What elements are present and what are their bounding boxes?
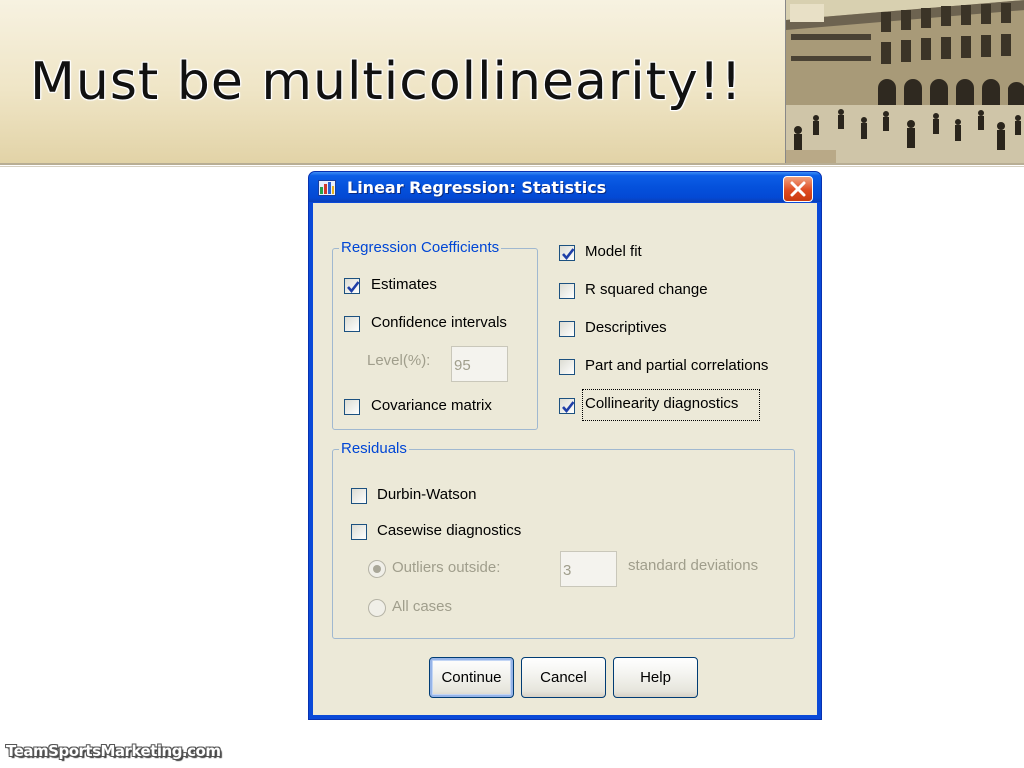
covariance-matrix-checkbox[interactable]	[344, 399, 360, 415]
model-fit-label: Model fit	[585, 243, 642, 260]
check-icon	[562, 401, 575, 414]
collinearity-diagnostics-checkbox[interactable]	[559, 398, 575, 414]
estimates-label: Estimates	[371, 276, 437, 293]
dialog-title: Linear Regression: Statistics	[347, 178, 607, 197]
building-photo	[785, 0, 1024, 163]
check-icon	[562, 248, 575, 261]
continue-button[interactable]: Continue	[429, 657, 514, 698]
part-partial-correlations-label: Part and partial correlations	[585, 357, 769, 374]
close-icon	[790, 181, 806, 197]
confidence-intervals-checkbox[interactable]	[344, 316, 360, 332]
standard-deviations-label: standard deviations	[628, 557, 759, 574]
level-percent-input[interactable]: 95	[451, 346, 508, 382]
durbin-watson-checkbox[interactable]	[351, 488, 367, 504]
regression-coefficients-legend: Regression Coefficients	[339, 239, 502, 256]
part-partial-correlations-checkbox[interactable]	[559, 359, 575, 375]
r-squared-change-checkbox[interactable]	[559, 283, 575, 299]
cancel-button[interactable]: Cancel	[521, 657, 606, 698]
collinearity-diagnostics-label: Collinearity diagnostics	[585, 395, 739, 412]
help-button[interactable]: Help	[613, 657, 698, 698]
dialog-titlebar[interactable]: Linear Regression: Statistics	[309, 172, 821, 202]
residuals-legend: Residuals	[339, 440, 409, 457]
site-watermark: TeamSportsMarketing.com	[6, 742, 221, 760]
slide-title: Must be multicollinearity!!	[30, 52, 743, 112]
estimates-checkbox[interactable]	[344, 278, 360, 294]
descriptives-checkbox[interactable]	[559, 321, 575, 337]
all-cases-label: All cases	[392, 598, 453, 615]
spss-app-icon	[318, 180, 336, 196]
confidence-intervals-label: Confidence intervals	[371, 314, 507, 331]
outliers-std-dev-input[interactable]: 3	[560, 551, 617, 587]
casewise-diagnostics-label: Casewise diagnostics	[377, 522, 522, 539]
durbin-watson-label: Durbin-Watson	[377, 486, 477, 503]
outliers-outside-label: Outliers outside:	[392, 559, 501, 576]
descriptives-label: Descriptives	[585, 319, 667, 336]
outliers-outside-radio[interactable]	[368, 560, 386, 578]
close-button[interactable]	[783, 176, 813, 202]
model-fit-checkbox[interactable]	[559, 245, 575, 261]
casewise-diagnostics-checkbox[interactable]	[351, 524, 367, 540]
check-icon	[347, 281, 360, 294]
header-divider	[0, 163, 1024, 165]
header-divider-secondary	[0, 166, 1024, 167]
level-label: Level(%):	[367, 352, 431, 369]
r-squared-change-label: R squared change	[585, 281, 708, 298]
covariance-matrix-label: Covariance matrix	[371, 397, 492, 414]
all-cases-radio[interactable]	[368, 599, 386, 617]
